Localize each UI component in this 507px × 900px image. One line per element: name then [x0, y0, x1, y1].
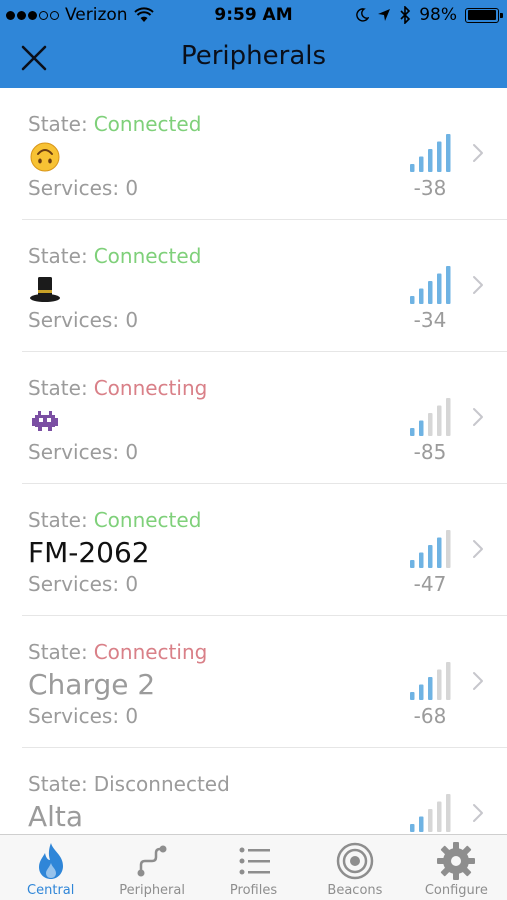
state-line: State: Connecting — [28, 376, 207, 400]
rssi-value: -85 — [413, 440, 447, 464]
state-label: State: — [28, 508, 88, 532]
gear-icon — [437, 842, 476, 880]
tab-bar: Central Peripheral Profiles Beacons Confi… — [0, 834, 507, 900]
signal-strength-icon — [410, 530, 451, 568]
chevron-right-icon — [473, 804, 483, 822]
chevron-right-icon — [473, 276, 483, 294]
tab-beacons[interactable]: Beacons — [304, 835, 405, 900]
signal-strength-icon — [410, 266, 451, 304]
services-count: Services: 0 — [28, 440, 139, 464]
peripheral-row[interactable]: State: Connected Services: 0 -34 — [22, 220, 507, 352]
state-label: State: — [28, 772, 88, 796]
peripheral-row[interactable]: State: Connected FM-2062 Services: 0 -47 — [22, 484, 507, 616]
peripheral-row[interactable]: State: Connected Services: 0 -38 — [22, 88, 507, 220]
peripheral-row[interactable]: State: Connecting Services: 0 -85 — [22, 352, 507, 484]
peripheral-list[interactable]: State: Connected Services: 0 -38 State: Conn… — [0, 88, 507, 834]
state-label: State: — [28, 112, 88, 136]
upside-down-face-icon — [30, 142, 60, 172]
list-icon — [239, 847, 270, 875]
battery-percent: 98% — [419, 5, 457, 25]
rssi-value: -68 — [413, 704, 447, 728]
peripheral-name — [28, 404, 62, 440]
tab-label: Central — [27, 883, 75, 898]
tab-profiles[interactable]: Profiles — [203, 835, 304, 900]
state-line: State: Connected — [28, 244, 201, 268]
signal-strength-icon — [410, 398, 451, 436]
chevron-right-icon — [473, 540, 483, 558]
flame-icon — [38, 843, 63, 879]
header: Verizon 9:59 AM 98% Peripherals — [0, 0, 507, 88]
rssi-value: -38 — [413, 176, 447, 200]
state-value: Disconnected — [93, 772, 230, 796]
beacon-icon — [336, 842, 374, 880]
peripheral-name: Charge 2 — [28, 668, 156, 701]
tab-central[interactable]: Central — [0, 835, 101, 900]
state-value: Connected — [93, 508, 202, 532]
state-label: State: — [28, 376, 88, 400]
peripheral-name — [28, 272, 62, 308]
rssi-value: -34 — [413, 308, 447, 332]
top-hat-icon — [30, 277, 60, 302]
tab-configure[interactable]: Configure — [406, 835, 507, 900]
state-value: Connecting — [93, 640, 208, 664]
chevron-right-icon — [473, 672, 483, 690]
peripheral-name: Alta — [28, 800, 84, 833]
peripheral-name — [28, 140, 62, 176]
services-count: Services: 0 — [28, 704, 139, 728]
state-label: State: — [28, 640, 88, 664]
status-bar: Verizon 9:59 AM 98% — [0, 0, 507, 30]
alien-monster-icon — [32, 411, 58, 431]
state-value: Connecting — [93, 376, 208, 400]
chevron-right-icon — [473, 408, 483, 426]
tab-label: Profiles — [229, 883, 278, 898]
state-line: State: Disconnected — [28, 772, 230, 796]
peripheral-row[interactable]: State: Connecting Charge 2 Services: 0 -68 — [22, 616, 507, 748]
state-line: State: Connected — [28, 112, 201, 136]
chevron-right-icon — [473, 144, 483, 162]
rssi-value: -47 — [413, 572, 447, 596]
state-label: State: — [28, 244, 88, 268]
location-icon — [378, 9, 391, 21]
services-count: Services: 0 — [28, 572, 139, 596]
tab-label: Configure — [424, 883, 488, 898]
tab-peripheral[interactable]: Peripheral — [101, 835, 202, 900]
peripheral-row[interactable]: State: Disconnected Alta — [22, 748, 507, 834]
page-title: Peripherals — [180, 41, 327, 71]
tab-label: Peripheral — [119, 883, 185, 898]
bluetooth-icon — [400, 6, 411, 24]
battery-icon — [465, 7, 503, 23]
peripheral-name: FM-2062 — [28, 536, 150, 569]
moon-icon — [356, 8, 370, 22]
state-value: Connected — [93, 112, 202, 136]
state-value: Connected — [93, 244, 202, 268]
state-line: State: Connecting — [28, 640, 207, 664]
peripheral-icon — [137, 845, 167, 877]
signal-strength-icon — [410, 794, 451, 832]
state-line: State: Connected — [28, 508, 201, 532]
services-count: Services: 0 — [28, 308, 139, 332]
nav-bar: Peripherals — [0, 30, 507, 88]
signal-strength-icon — [410, 134, 451, 172]
services-count: Services: 0 — [28, 176, 139, 200]
signal-strength-icon — [410, 662, 451, 700]
tab-label: Beacons — [327, 883, 383, 898]
